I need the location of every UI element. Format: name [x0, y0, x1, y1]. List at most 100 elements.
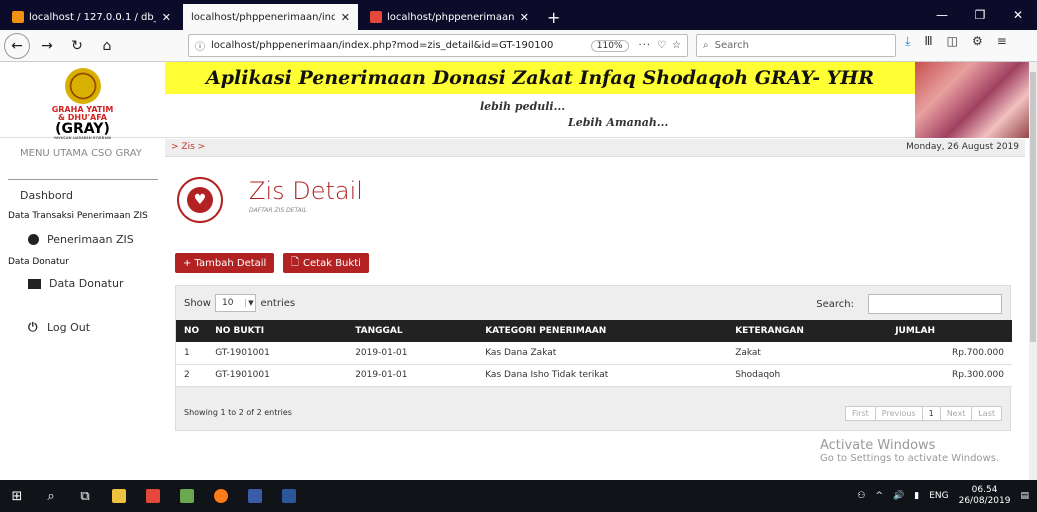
pager-page-1[interactable]: 1 — [921, 406, 941, 421]
pager-previous[interactable]: Previous — [874, 406, 923, 421]
tab-laporan[interactable]: localhost/phppenerimaan/lapo ✕ — [362, 4, 537, 30]
task-view-icon[interactable]: ⧉ — [68, 480, 102, 512]
search-placeholder: Search — [714, 40, 749, 51]
sidebar-section-donatur: Data Donatur — [8, 257, 69, 267]
pager-next[interactable]: Next — [939, 406, 973, 421]
cell-bukti: GT-1901001 — [207, 364, 348, 387]
activate-windows-watermark: Activate Windows Go to Settings to activ… — [820, 438, 999, 464]
col-tanggal[interactable]: TANGGAL — [347, 320, 478, 342]
pagination: First Previous 1 Next Last — [844, 406, 1002, 421]
tab-label: localhost/phppenerimaan/index.ph — [191, 11, 335, 23]
cell-jumlah: Rp.700.000 — [887, 342, 1012, 365]
cetak-bukti-button[interactable]: 🗋 Cetak Bukti — [283, 253, 369, 273]
close-tab-icon[interactable]: ✕ — [162, 11, 171, 24]
reload-button[interactable]: ↻ — [64, 33, 90, 59]
sidebar-divider — [8, 179, 158, 180]
bookmark-star-icon[interactable]: ☆ — [672, 40, 681, 51]
tab-label: localhost / 127.0.0.1 / db_pener — [29, 11, 156, 23]
close-button[interactable]: ✕ — [999, 8, 1037, 22]
page-scrollbar[interactable] — [1029, 62, 1037, 480]
tab-phpmyadmin[interactable]: localhost / 127.0.0.1 / db_pener ✕ — [4, 4, 179, 30]
sidebar-item-data-donatur[interactable]: Data Donatur — [28, 277, 123, 290]
cell-kategori: Kas Dana Isho Tidak terikat — [477, 364, 728, 387]
maximize-button[interactable]: ❐ — [961, 8, 999, 22]
close-tab-icon[interactable]: ✕ — [520, 11, 529, 24]
network-icon[interactable]: ▮ — [914, 491, 919, 501]
cell-tanggal: 2019-01-01 — [347, 342, 478, 365]
search-label: Search: — [816, 298, 854, 310]
library-icon[interactable]: Ⅲ — [924, 34, 932, 49]
sidebar-item-label: Data Donatur — [49, 277, 124, 290]
back-button[interactable]: ← — [4, 32, 30, 59]
sidebar-item-logout[interactable]: ⏻ Log Out — [28, 321, 90, 334]
tambah-detail-button[interactable]: + Tambah Detail — [175, 253, 275, 273]
cell-keterangan: Zakat — [727, 342, 888, 365]
firefox-icon[interactable] — [204, 480, 238, 512]
col-keterangan[interactable]: KETERANGAN — [727, 320, 888, 342]
sidebar-menu-title: MENU UTAMA CSO GRAY — [20, 148, 142, 159]
tray-chevron-icon[interactable]: ^ — [875, 491, 883, 501]
toolbar-icons: ⤓ Ⅲ ◫ ⚙ ≡ — [905, 34, 1007, 49]
logo-emblem — [64, 68, 101, 104]
col-kategori[interactable]: KATEGORI PENERIMAAN — [477, 320, 728, 342]
forward-button[interactable]: → — [34, 33, 60, 59]
slogan-1: lebih peduli... — [480, 100, 566, 113]
download-icon[interactable]: ⤓ — [905, 34, 910, 49]
breadcrumb: > Zis > Monday, 26 August 2019 — [165, 139, 1025, 157]
show-label: Show — [184, 297, 211, 309]
cetak-bukti-label: Cetak Bukti — [303, 257, 361, 269]
breadcrumb-text[interactable]: > Zis > — [171, 142, 205, 152]
banner-title-bar: Aplikasi Penerimaan Donasi Zakat Infaq S… — [165, 62, 915, 94]
heart-icon: ♥ — [177, 177, 223, 223]
menu-icon[interactable]: ≡ — [997, 34, 1007, 49]
col-no-bukti[interactable]: NO BUKTI — [207, 320, 348, 342]
entries-select[interactable]: 10 ▼ — [214, 294, 257, 312]
url-bar[interactable]: ⓘ localhost/phppenerimaan/index.php?mod=… — [188, 34, 688, 57]
cell-no: 2 — [176, 364, 208, 387]
sidebar-icon[interactable]: ◫ — [947, 34, 958, 49]
home-button[interactable]: ⌂ — [94, 33, 120, 59]
sidebar-item-dashboard[interactable]: Dashbord — [20, 189, 73, 202]
table-row: 2 GT-1901001 2019-01-01 Kas Dana Isho Ti… — [176, 364, 1012, 387]
app-title: Aplikasi Penerimaan Donasi Zakat Infaq S… — [205, 67, 874, 89]
new-tab-button[interactable]: + — [537, 4, 570, 30]
notepad-icon[interactable] — [170, 480, 204, 512]
chevron-down-icon: ▼ — [245, 299, 255, 307]
id-card-icon — [28, 278, 41, 289]
close-tab-icon[interactable]: ✕ — [341, 11, 350, 24]
visio-icon[interactable] — [238, 480, 272, 512]
browser-nav-bar: ← → ↻ ⌂ ⓘ localhost/phppenerimaan/index.… — [0, 30, 1037, 62]
volume-icon[interactable]: 🔊 — [893, 491, 904, 501]
page-actions-icon[interactable]: ··· — [639, 40, 652, 51]
search-input[interactable]: ⌕ Search — [696, 34, 896, 57]
sidebar-section-transaksi: Data Transaksi Penerimaan ZIS — [8, 211, 148, 221]
pager-first[interactable]: First — [844, 406, 876, 421]
clock-time: 06.54 — [971, 485, 998, 495]
search-icon: ⌕ — [703, 40, 709, 51]
language-indicator[interactable]: ENG — [929, 491, 948, 501]
app-icon[interactable] — [136, 480, 170, 512]
clock[interactable]: 06.54 26/08/2019 — [959, 485, 1011, 507]
minimize-button[interactable]: — — [923, 8, 961, 22]
zis-detail-table: NO NO BUKTI TANGGAL KATEGORI PENERIMAAN … — [176, 320, 1012, 387]
zoom-level[interactable]: 110% — [590, 39, 629, 52]
table-search-input[interactable] — [868, 294, 1002, 314]
notification-icon[interactable]: ▤ — [1020, 491, 1029, 501]
word-icon[interactable] — [272, 480, 306, 512]
sidebar-item-penerimaan[interactable]: Penerimaan ZIS — [28, 233, 134, 246]
col-no[interactable]: NO — [176, 320, 208, 342]
tab-index[interactable]: localhost/phppenerimaan/index.ph ✕ — [183, 4, 358, 30]
pocket-icon[interactable]: ♡ — [657, 40, 666, 51]
search-icon[interactable]: ⌕ — [34, 480, 68, 512]
windows-start-icon[interactable]: ⊞ — [0, 480, 34, 512]
main-content: > Zis > Monday, 26 August 2019 ♥ Zis Det… — [165, 139, 1037, 479]
file-explorer-icon[interactable] — [102, 480, 136, 512]
extension-icon[interactable]: ⚙ — [972, 34, 983, 49]
watermark-line2: Go to Settings to activate Windows. — [820, 453, 1000, 464]
scrollbar-thumb[interactable] — [1030, 72, 1036, 342]
system-tray: ⚇ ^ 🔊 ▮ ENG 06.54 26/08/2019 ▤ — [857, 485, 1037, 507]
info-icon[interactable]: ⓘ — [195, 38, 205, 53]
col-jumlah[interactable]: JUMLAH — [887, 320, 1012, 342]
people-icon[interactable]: ⚇ — [857, 491, 865, 501]
pager-last[interactable]: Last — [971, 406, 1002, 421]
